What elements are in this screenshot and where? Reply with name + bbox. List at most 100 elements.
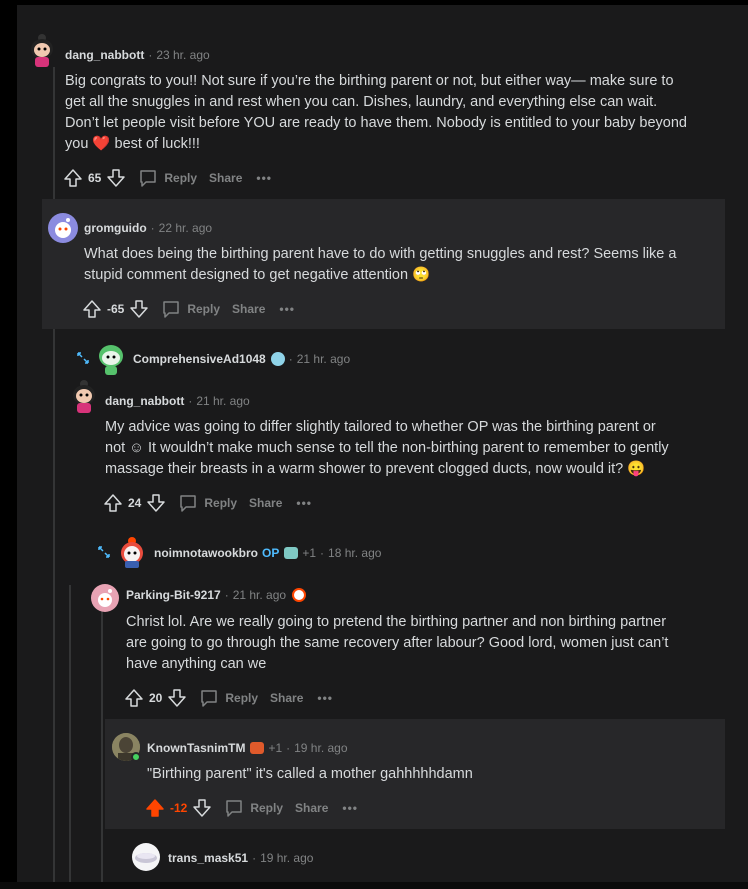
comment-body: Christ lol. Are we really going to prete… bbox=[126, 612, 726, 675]
more-options-button[interactable]: ••• bbox=[317, 691, 333, 705]
upvote-button-active[interactable] bbox=[145, 798, 165, 818]
reply-button[interactable]: Reply bbox=[178, 493, 237, 513]
comment-text: best of luck!!! bbox=[114, 136, 200, 152]
username[interactable]: gromguido bbox=[84, 221, 147, 235]
separator: · bbox=[148, 48, 153, 62]
comment-bubble-icon bbox=[180, 495, 197, 512]
username[interactable]: dang_nabbott bbox=[65, 48, 144, 62]
share-button[interactable]: Share bbox=[249, 496, 282, 510]
separator: · bbox=[188, 394, 193, 408]
award-icon[interactable] bbox=[284, 547, 299, 559]
comment-meta: ComprehensiveAd1048 · 21 hr. ago bbox=[133, 352, 350, 366]
share-button[interactable]: Share bbox=[270, 691, 303, 705]
timestamp[interactable]: 19 hr. ago bbox=[260, 851, 313, 865]
upvote-button[interactable] bbox=[124, 688, 144, 708]
comment-meta: dang_nabbott · 23 hr. ago bbox=[65, 48, 210, 62]
more-options-button[interactable]: ••• bbox=[279, 302, 295, 316]
upvote-arrow-icon bbox=[104, 494, 122, 512]
avatar[interactable] bbox=[132, 843, 160, 871]
timestamp[interactable]: 19 hr. ago bbox=[294, 741, 347, 755]
comment-bubble-icon bbox=[140, 170, 157, 187]
reply-button[interactable]: Reply bbox=[224, 798, 283, 818]
downvote-button[interactable] bbox=[167, 688, 187, 708]
username[interactable]: trans_mask51 bbox=[168, 851, 248, 865]
avatar[interactable] bbox=[48, 213, 78, 243]
op-badge: OP bbox=[262, 546, 280, 560]
separator: · bbox=[224, 588, 229, 602]
comment-meta: gromguido · 22 hr. ago bbox=[84, 221, 212, 235]
vote-count: 65 bbox=[88, 171, 102, 185]
share-button[interactable]: Share bbox=[295, 801, 328, 815]
comment-meta: KnownTasnimTM +1 · 19 hr. ago bbox=[147, 741, 348, 755]
downvote-button[interactable] bbox=[106, 168, 126, 188]
comment-line: have anything can we bbox=[126, 656, 267, 672]
comment-bubble-icon bbox=[201, 690, 218, 707]
share-label: Share bbox=[270, 691, 304, 705]
downvote-button[interactable] bbox=[192, 798, 212, 818]
downvote-arrow-icon bbox=[168, 689, 187, 707]
timestamp[interactable]: 18 hr. ago bbox=[328, 546, 381, 560]
user-flair-icon bbox=[270, 352, 285, 366]
comment-line: Christ lol. Are we really going to prete… bbox=[126, 614, 667, 630]
comment-actions: 24 Reply Share ••• bbox=[103, 491, 312, 515]
comment-meta: noimnotawookbro OP +1 · 18 hr. ago bbox=[154, 546, 381, 560]
tongue-out-emoji-icon: 😛 bbox=[627, 461, 646, 477]
thread-line[interactable] bbox=[101, 607, 103, 883]
avatar[interactable] bbox=[70, 379, 100, 415]
comment-text: massage their breasts in a warm shower t… bbox=[105, 461, 624, 477]
username[interactable]: ComprehensiveAd1048 bbox=[133, 352, 266, 366]
timestamp[interactable]: 21 hr. ago bbox=[196, 394, 249, 408]
comment-line: massage their breasts in a warm shower t… bbox=[105, 459, 725, 480]
comment-line: are going to go through the same recover… bbox=[126, 635, 669, 651]
reply-label: Reply bbox=[164, 171, 198, 185]
downvote-arrow-icon bbox=[193, 799, 212, 817]
avatar[interactable] bbox=[117, 535, 147, 569]
comment-body: Big congrats to you!! Not sure if you’re… bbox=[65, 71, 725, 155]
thread-line[interactable] bbox=[69, 585, 71, 883]
reply-label: Reply bbox=[204, 496, 238, 510]
upvote-button[interactable] bbox=[82, 299, 102, 319]
timestamp[interactable]: 22 hr. ago bbox=[159, 221, 212, 235]
more-options-button[interactable]: ••• bbox=[296, 496, 312, 510]
comment-body: What does being the birthing parent have… bbox=[84, 244, 714, 286]
comment-body: My advice was going to differ slightly t… bbox=[105, 417, 725, 480]
username[interactable]: Parking-Bit-9217 bbox=[126, 588, 221, 602]
avatar[interactable] bbox=[91, 584, 119, 612]
comment-meta: dang_nabbott · 21 hr. ago bbox=[105, 394, 250, 408]
comment-actions: -65 Reply Share ••• bbox=[82, 297, 295, 321]
comment-meta: Parking-Bit-9217 · 21 hr. ago bbox=[126, 588, 307, 602]
timestamp[interactable]: 21 hr. ago bbox=[233, 588, 286, 602]
reply-label: Reply bbox=[250, 801, 284, 815]
reply-button[interactable]: Reply bbox=[138, 168, 197, 188]
separator: · bbox=[288, 352, 293, 366]
share-button[interactable]: Share bbox=[232, 302, 265, 316]
timestamp[interactable]: 21 hr. ago bbox=[297, 352, 350, 366]
separator: · bbox=[252, 851, 257, 865]
more-options-button[interactable]: ••• bbox=[342, 801, 358, 815]
expand-icon[interactable] bbox=[76, 351, 90, 365]
reply-label: Reply bbox=[225, 691, 259, 705]
avatar[interactable] bbox=[28, 33, 58, 69]
award-icon[interactable] bbox=[250, 742, 265, 754]
comment-body: "Birthing parent" it's called a mother g… bbox=[147, 764, 707, 785]
expand-icon[interactable] bbox=[97, 545, 111, 559]
share-button[interactable]: Share bbox=[209, 171, 242, 185]
username[interactable]: noimnotawookbro bbox=[154, 546, 258, 560]
username[interactable]: KnownTasnimTM bbox=[147, 741, 245, 755]
upvote-button[interactable] bbox=[63, 168, 83, 188]
avatar[interactable] bbox=[96, 341, 126, 377]
more-options-button[interactable]: ••• bbox=[256, 171, 272, 185]
downvote-button[interactable] bbox=[129, 299, 149, 319]
timestamp[interactable]: 23 hr. ago bbox=[156, 48, 209, 62]
comment-line: you ❤️ best of luck!!! bbox=[65, 134, 725, 155]
reply-button[interactable]: Reply bbox=[199, 688, 258, 708]
vote-count: -12 bbox=[170, 801, 188, 815]
upvote-button[interactable] bbox=[103, 493, 123, 513]
downvote-button[interactable] bbox=[146, 493, 166, 513]
comment-line: "Birthing parent" it's called a mother g… bbox=[147, 766, 473, 782]
share-label: Share bbox=[295, 801, 329, 815]
share-label: Share bbox=[232, 302, 266, 316]
reply-button[interactable]: Reply bbox=[161, 299, 220, 319]
username[interactable]: dang_nabbott bbox=[105, 394, 184, 408]
thread-line[interactable] bbox=[53, 67, 55, 883]
